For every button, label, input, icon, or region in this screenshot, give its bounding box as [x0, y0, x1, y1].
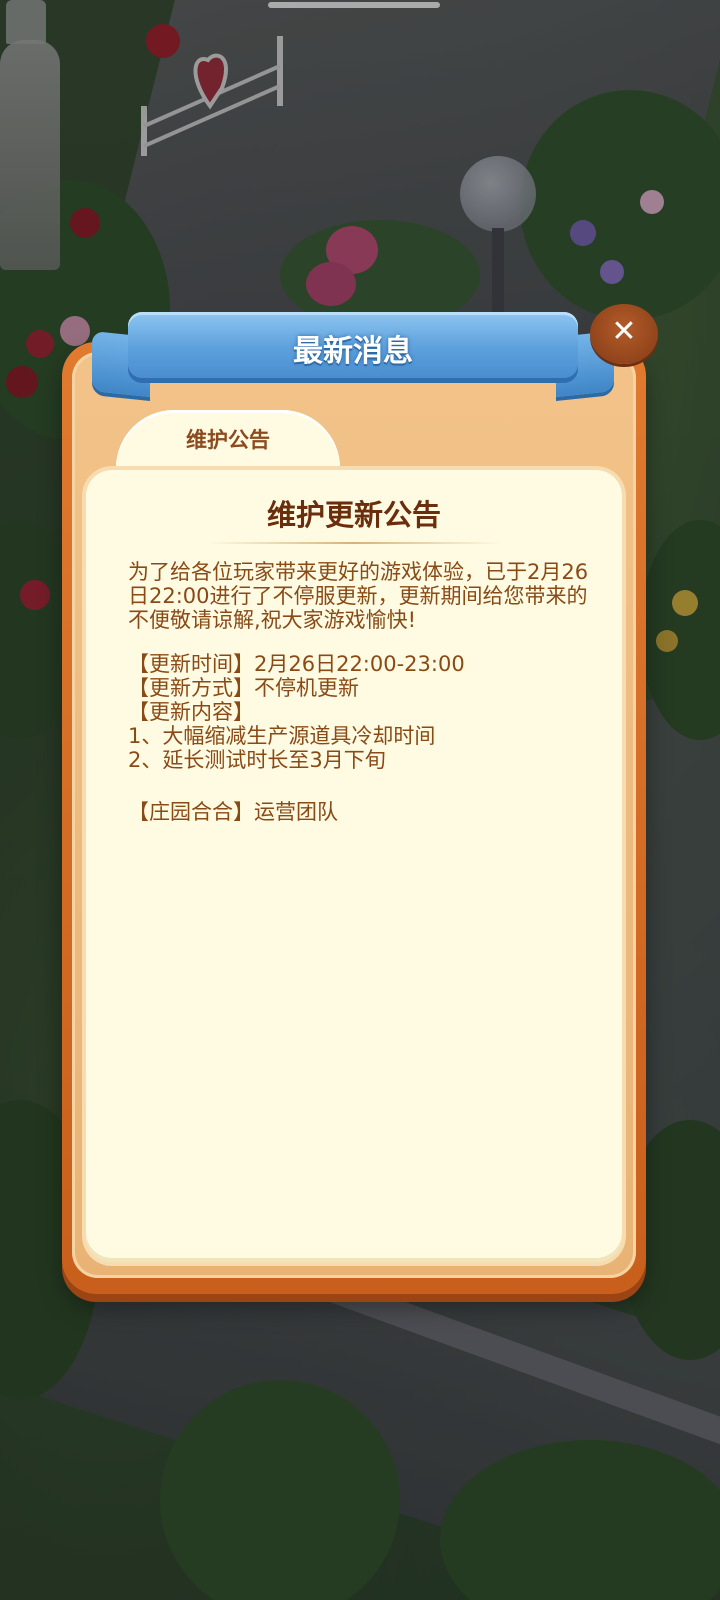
notice-title: 维护更新公告: [266, 498, 441, 532]
news-dialog: 维护公告 维护更新公告 为了给各位玩家带来更好的游戏体验，已于2月26日22:0…: [62, 342, 646, 1294]
game-screen: 维护公告 维护更新公告 为了给各位玩家带来更好的游戏体验，已于2月26日22:0…: [0, 0, 720, 1600]
notice-line: 【更新内容】: [128, 700, 254, 724]
notice-content-panel: 维护更新公告 为了给各位玩家带来更好的游戏体验，已于2月26日22:00进行了不…: [86, 470, 622, 1262]
notice-line: 【更新方式】不停机更新: [128, 676, 359, 700]
close-icon: ✕: [611, 314, 637, 349]
notice-line: 1、大幅缩减生产源道具冷却时间: [128, 724, 436, 748]
dialog-header-title: 最新消息: [293, 334, 413, 369]
title-divider: [206, 542, 502, 544]
news-dialog-inner: 维护公告 维护更新公告 为了给各位玩家带来更好的游戏体验，已于2月26日22:0…: [72, 352, 636, 1278]
notice-body: 为了给各位玩家带来更好的游戏体验，已于2月26日22:00进行了不停服更新，更新…: [128, 560, 592, 824]
tab-label: 维护公告: [186, 428, 270, 452]
notice-intro: 为了给各位玩家带来更好的游戏体验，已于2月26日22:00进行了不停服更新，更新…: [128, 560, 589, 632]
notice-line: 2、延长测试时长至3月下旬: [128, 748, 386, 772]
notice-line: 【更新时间】2月26日22:00-23:00: [128, 652, 465, 676]
header-ribbon: 最新消息: [128, 312, 578, 378]
notice-signature: 【庄园合合】运营团队: [128, 800, 338, 824]
top-handle-indicator: [268, 2, 440, 8]
tab-maintenance-notice[interactable]: 维护公告: [116, 410, 340, 476]
close-button[interactable]: ✕: [590, 304, 658, 364]
